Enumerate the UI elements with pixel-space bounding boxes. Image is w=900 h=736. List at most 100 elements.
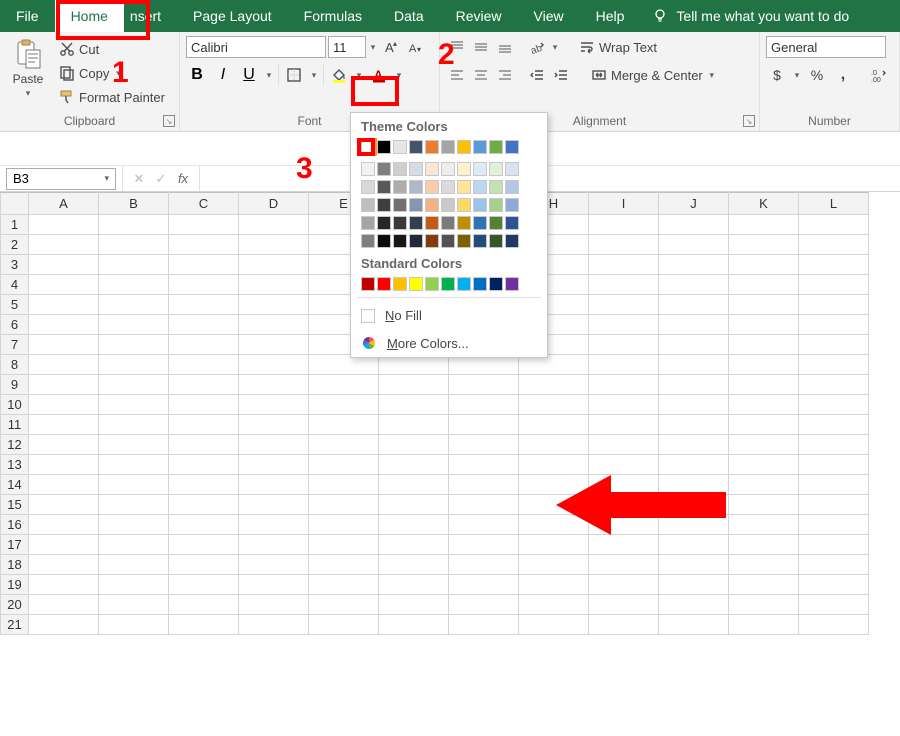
cell-C18[interactable] xyxy=(169,555,239,575)
cell-F9[interactable] xyxy=(379,375,449,395)
theme-tint-swatch[interactable] xyxy=(489,234,503,248)
cell-C16[interactable] xyxy=(169,515,239,535)
name-box[interactable]: B3 ▾ xyxy=(6,168,116,190)
cell-G15[interactable] xyxy=(449,495,519,515)
theme-tint-swatch[interactable] xyxy=(457,180,471,194)
cell-F11[interactable] xyxy=(379,415,449,435)
cell-B8[interactable] xyxy=(99,355,169,375)
paste-dropdown[interactable]: ▾ xyxy=(23,88,33,99)
cell-D11[interactable] xyxy=(239,415,309,435)
underline-dropdown[interactable]: ▾ xyxy=(264,70,274,81)
theme-swatch[interactable] xyxy=(457,140,471,154)
cell-B2[interactable] xyxy=(99,235,169,255)
theme-tint-swatch[interactable] xyxy=(409,198,423,212)
cell-D16[interactable] xyxy=(239,515,309,535)
cell-I10[interactable] xyxy=(589,395,659,415)
font-size-combo[interactable] xyxy=(328,36,366,58)
theme-tint-swatch[interactable] xyxy=(425,162,439,176)
cell-A2[interactable] xyxy=(29,235,99,255)
cell-E18[interactable] xyxy=(309,555,379,575)
cell-C13[interactable] xyxy=(169,455,239,475)
cell-J9[interactable] xyxy=(659,375,729,395)
cell-J13[interactable] xyxy=(659,455,729,475)
underline-button[interactable]: U xyxy=(238,64,260,86)
cell-G11[interactable] xyxy=(449,415,519,435)
cell-J20[interactable] xyxy=(659,595,729,615)
cell-H20[interactable] xyxy=(519,595,589,615)
cell-E14[interactable] xyxy=(309,475,379,495)
align-top-button[interactable] xyxy=(446,36,468,58)
enter-formula-button[interactable]: ✓ xyxy=(151,171,171,187)
cell-E19[interactable] xyxy=(309,575,379,595)
cell-B1[interactable] xyxy=(99,215,169,235)
cell-I15[interactable] xyxy=(589,495,659,515)
cell-K16[interactable] xyxy=(729,515,799,535)
cell-C1[interactable] xyxy=(169,215,239,235)
select-all-corner[interactable] xyxy=(1,193,29,215)
cell-J11[interactable] xyxy=(659,415,729,435)
decrease-indent-button[interactable] xyxy=(526,64,548,86)
theme-swatch[interactable] xyxy=(505,140,519,154)
theme-tint-swatch[interactable] xyxy=(505,162,519,176)
cell-G16[interactable] xyxy=(449,515,519,535)
cell-J21[interactable] xyxy=(659,615,729,635)
theme-tint-swatch[interactable] xyxy=(409,216,423,230)
cell-E15[interactable] xyxy=(309,495,379,515)
cell-D4[interactable] xyxy=(239,275,309,295)
cell-I3[interactable] xyxy=(589,255,659,275)
comma-button[interactable]: , xyxy=(832,64,854,86)
no-fill-item[interactable]: NNo Fillo Fill xyxy=(351,302,547,329)
col-header-D[interactable]: D xyxy=(239,193,309,215)
cell-K13[interactable] xyxy=(729,455,799,475)
theme-tint-swatch[interactable] xyxy=(393,162,407,176)
cell-C19[interactable] xyxy=(169,575,239,595)
cell-L17[interactable] xyxy=(799,535,869,555)
cell-I4[interactable] xyxy=(589,275,659,295)
cell-H18[interactable] xyxy=(519,555,589,575)
cell-K9[interactable] xyxy=(729,375,799,395)
cell-K11[interactable] xyxy=(729,415,799,435)
cell-A3[interactable] xyxy=(29,255,99,275)
tab-page-layout[interactable]: Page Layout xyxy=(177,0,288,32)
cell-D13[interactable] xyxy=(239,455,309,475)
row-header-9[interactable]: 9 xyxy=(1,375,29,395)
cell-A1[interactable] xyxy=(29,215,99,235)
cancel-formula-button[interactable]: ✕ xyxy=(129,171,149,187)
row-header-15[interactable]: 15 xyxy=(1,495,29,515)
cell-I17[interactable] xyxy=(589,535,659,555)
theme-tint-swatch[interactable] xyxy=(489,180,503,194)
cell-F21[interactable] xyxy=(379,615,449,635)
cell-J16[interactable] xyxy=(659,515,729,535)
row-header-5[interactable]: 5 xyxy=(1,295,29,315)
cell-G10[interactable] xyxy=(449,395,519,415)
cell-J4[interactable] xyxy=(659,275,729,295)
cell-G9[interactable] xyxy=(449,375,519,395)
cell-J15[interactable] xyxy=(659,495,729,515)
col-header-L[interactable]: L xyxy=(799,193,869,215)
orientation-button[interactable]: ab xyxy=(526,36,548,58)
theme-tint-swatch[interactable] xyxy=(393,234,407,248)
col-header-I[interactable]: I xyxy=(589,193,659,215)
cell-E20[interactable] xyxy=(309,595,379,615)
standard-swatch[interactable] xyxy=(409,277,423,291)
row-header-3[interactable]: 3 xyxy=(1,255,29,275)
cell-L2[interactable] xyxy=(799,235,869,255)
cell-I1[interactable] xyxy=(589,215,659,235)
cell-A19[interactable] xyxy=(29,575,99,595)
cell-L9[interactable] xyxy=(799,375,869,395)
cell-G12[interactable] xyxy=(449,435,519,455)
cell-B16[interactable] xyxy=(99,515,169,535)
theme-tint-swatch[interactable] xyxy=(457,216,471,230)
cell-I16[interactable] xyxy=(589,515,659,535)
theme-tint-swatch[interactable] xyxy=(489,162,503,176)
cell-I8[interactable] xyxy=(589,355,659,375)
theme-tint-swatch[interactable] xyxy=(505,234,519,248)
theme-swatch[interactable] xyxy=(425,140,439,154)
theme-tint-swatch[interactable] xyxy=(361,180,375,194)
cell-J12[interactable] xyxy=(659,435,729,455)
cell-H19[interactable] xyxy=(519,575,589,595)
cell-E10[interactable] xyxy=(309,395,379,415)
cell-F20[interactable] xyxy=(379,595,449,615)
cell-F12[interactable] xyxy=(379,435,449,455)
font-color-dropdown[interactable]: ▾ xyxy=(394,70,404,81)
